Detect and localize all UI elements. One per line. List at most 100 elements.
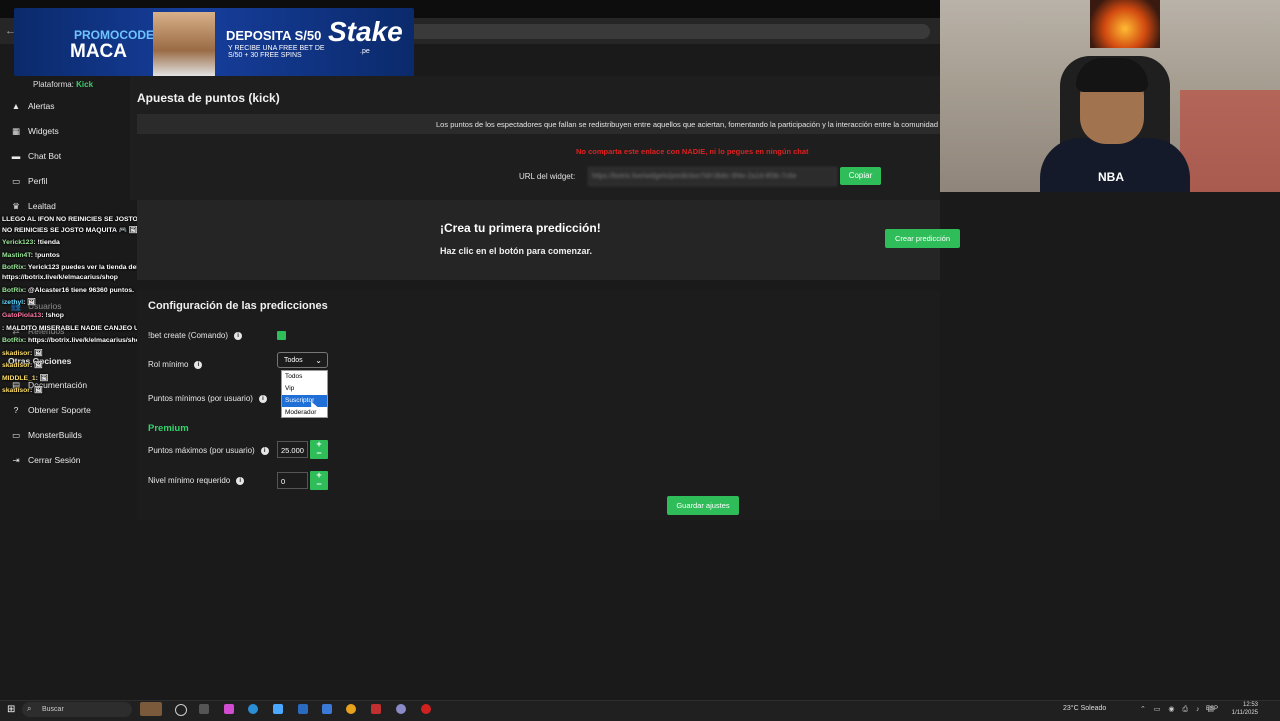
page-title: Apuesta de puntos (kick)	[137, 91, 280, 105]
chat-message: MIDDLE_1: 🖼	[2, 375, 48, 383]
chat-text: NO REINICIES SE JOSTO MAQUITA 🎮 🖼	[2, 227, 138, 234]
command-label-text: !bet create (Comando)	[148, 331, 229, 340]
role-option[interactable]: Moderador	[282, 407, 327, 419]
task-view-icon[interactable]	[199, 704, 209, 714]
taskbar-search[interactable]: Buscar	[22, 702, 132, 717]
chat-user: Mastin4T	[2, 252, 31, 259]
triangle-warning-icon: ▲	[11, 101, 21, 111]
sidebar-item-monsterbuilds[interactable]: ▭ MonsterBuilds	[10, 430, 82, 444]
command-toggle[interactable]	[277, 331, 286, 340]
chat-message: skadisor: 🖼	[2, 362, 43, 370]
sidebar-item-label: Obtener Soporte	[28, 405, 91, 415]
language-indicator[interactable]: ESP	[1206, 706, 1218, 712]
chrome-icon[interactable]	[346, 704, 356, 714]
sidebar-item-label: Cerrar Sesión	[28, 455, 81, 465]
role-label: Rol mínimo i	[148, 360, 203, 369]
platform-value: Kick	[76, 80, 94, 89]
store-icon[interactable]	[298, 704, 308, 714]
min-level-label: Nivel mínimo requerido i	[148, 476, 245, 485]
info-icon[interactable]: i	[234, 331, 243, 340]
chat-user: GatoPiola13	[2, 312, 42, 319]
sponsor-banner: PROMOCODE MACA DEPOSITA S/50 Y RECIBE UN…	[14, 8, 414, 76]
question-icon: ?	[13, 405, 19, 415]
app-icon[interactable]	[322, 704, 332, 714]
copy-button[interactable]: Copiar	[840, 167, 881, 185]
platform-label: Plataforma:	[33, 80, 74, 89]
chat-user: Yerick123	[2, 239, 34, 246]
chat-text: : !tienda	[33, 239, 60, 246]
obs-icon[interactable]	[421, 704, 431, 714]
sidebar-item-label: Chat Bot	[28, 151, 62, 161]
max-points-input[interactable]: 25.000	[277, 441, 308, 458]
chat-user: skadisor	[2, 350, 30, 357]
info-icon[interactable]: i	[260, 446, 269, 455]
sidebar-item-lealtad[interactable]: ♛ Lealtad	[10, 201, 56, 215]
sidebar-item-widgets[interactable]: ▦ Widgets	[10, 126, 59, 140]
copilot-icon[interactable]	[224, 704, 234, 714]
premium-heading: Premium	[148, 423, 189, 434]
clock[interactable]: 12:53 1/11/2025	[1226, 701, 1258, 717]
chat-message: BotRix: @Alcaster16 tiene 96360 puntos.	[2, 287, 134, 295]
sidebar-item-perfil[interactable]: ▭ Perfil	[10, 176, 47, 190]
info-text: Los puntos de los espectadores que falla…	[436, 120, 938, 129]
grid-icon: ▦	[11, 126, 21, 136]
sidebar-item-soporte[interactable]: ? Obtener Soporte	[10, 405, 91, 419]
taskbar-widget-icon[interactable]	[140, 702, 162, 716]
chat-message: NO REINICIES SE JOSTO MAQUITA 🎮 🖼	[2, 227, 138, 235]
chat-user: BotRix	[2, 264, 24, 271]
logout-icon: ⇥	[12, 455, 20, 465]
role-select-value: Todos	[284, 357, 303, 364]
info-icon[interactable]: i	[194, 360, 203, 369]
sidebar-item-label: Alertas	[28, 101, 55, 111]
recorder-icon[interactable]	[371, 704, 381, 714]
banner-deposit: DEPOSITA S/50	[226, 28, 322, 43]
chat-user: skadisor	[2, 387, 30, 394]
chat-message: skadisor: 🖼	[2, 350, 43, 358]
role-option[interactable]: Vip	[282, 383, 327, 395]
background-decor	[1180, 90, 1280, 192]
info-icon[interactable]: i	[236, 476, 245, 485]
max-points-label: Puntos máximos (por usuario) i	[148, 446, 269, 455]
edge-icon[interactable]	[248, 704, 258, 714]
clock-date: 1/11/2025	[1231, 710, 1258, 716]
sidebar-item-label: Widgets	[28, 126, 59, 136]
info-bar: Los puntos de los espectadores que falla…	[137, 114, 940, 134]
chat-text: : 🖼	[23, 299, 36, 306]
sidebar-item-alertas[interactable]: ▲ Alertas	[10, 101, 55, 115]
role-option[interactable]: Todos	[282, 371, 327, 383]
fireplace-image	[1090, 0, 1160, 48]
chat-text: : 🖼	[29, 350, 43, 357]
chat-text: : https://botrix.live/k/elmacarius/shop	[23, 337, 145, 344]
webcam-overlay: NBA	[940, 0, 1280, 192]
chat-text: : 🖼	[29, 362, 43, 369]
cortana-icon[interactable]	[175, 704, 187, 716]
banner-brand-domain: .pe	[360, 48, 370, 55]
discord-icon[interactable]	[396, 704, 406, 714]
role-select[interactable]: Todos ⌄	[277, 352, 328, 368]
id-card-icon: ▭	[11, 176, 21, 186]
role-option-highlighted[interactable]: Suscriptor	[282, 395, 327, 407]
chat-text: : !shop	[41, 312, 64, 319]
chat-message: BotRix: https://botrix.live/k/elmacarius…	[2, 337, 144, 345]
weather-text: 23°C Soleado	[1063, 705, 1107, 712]
role-dropdown[interactable]: Todos Vip Suscriptor Moderador	[281, 370, 328, 418]
max-points-stepper[interactable]: + −	[310, 440, 328, 459]
min-level-input[interactable]: 0	[277, 472, 308, 489]
save-settings-button[interactable]: Guardar ajustes	[667, 496, 739, 515]
chat-text: : 🖼	[35, 375, 49, 382]
create-prediction-button[interactable]: Crear predicción	[885, 229, 960, 248]
weather-widget[interactable]: 23°C Soleado	[1063, 705, 1106, 712]
sidebar-item-chat-bot[interactable]: ▬ Chat Bot	[10, 151, 61, 165]
taskbar-search-text: Buscar	[42, 706, 64, 713]
chat-message: skadisor: 🖼	[2, 387, 43, 395]
windows-start-icon[interactable]: ⊞	[7, 704, 15, 715]
widget-url-input[interactable]: https://botrix.live/widgets/prediction?i…	[588, 167, 837, 186]
chat-message: Mastin4T: !puntos	[2, 252, 60, 260]
sidebar-item-label: Perfil	[28, 176, 48, 186]
shirt-logo: NBA	[1098, 170, 1124, 184]
banner-deposit-sub: Y RECIBE UNA FREE BET DE S/50 + 30 FREE …	[228, 45, 325, 59]
info-icon[interactable]: i	[258, 394, 267, 403]
explorer-icon[interactable]	[273, 704, 283, 714]
min-level-stepper[interactable]: + −	[310, 471, 328, 490]
sidebar-item-cerrar-sesion[interactable]: ⇥ Cerrar Sesión	[10, 455, 80, 469]
